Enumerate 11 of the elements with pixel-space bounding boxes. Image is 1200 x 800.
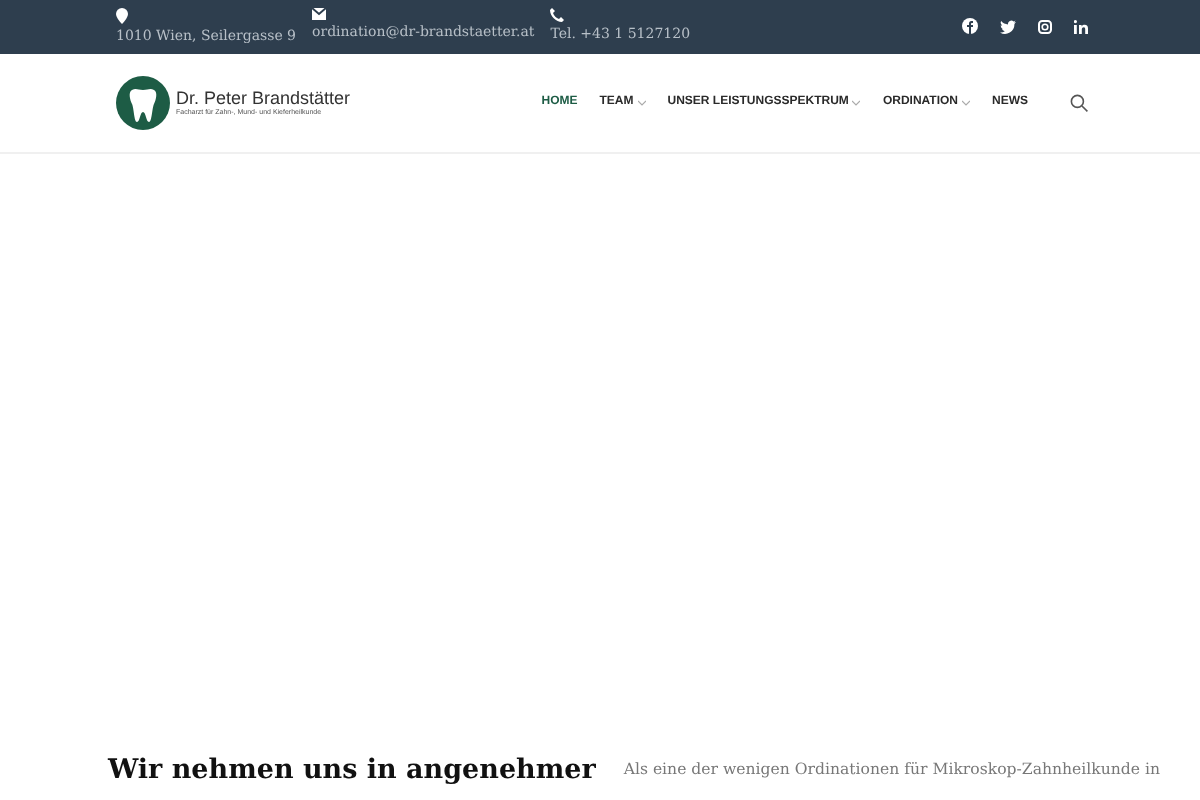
logo-name: Dr. Peter Brandstätter xyxy=(176,88,351,108)
map-pin-icon xyxy=(116,8,128,24)
envelope-icon xyxy=(312,8,327,20)
phone-icon xyxy=(550,8,565,22)
tooth-logo-icon[interactable] xyxy=(116,75,170,129)
instagram-icon[interactable] xyxy=(1038,19,1052,33)
search-icon[interactable] xyxy=(1070,93,1088,111)
bird-icon[interactable] xyxy=(1000,19,1016,33)
facebook-icon[interactable] xyxy=(962,18,978,34)
linkedin-icon[interactable] xyxy=(1074,19,1088,33)
intro-heading: Wir nehmen uns in angenehmer xyxy=(108,754,596,786)
